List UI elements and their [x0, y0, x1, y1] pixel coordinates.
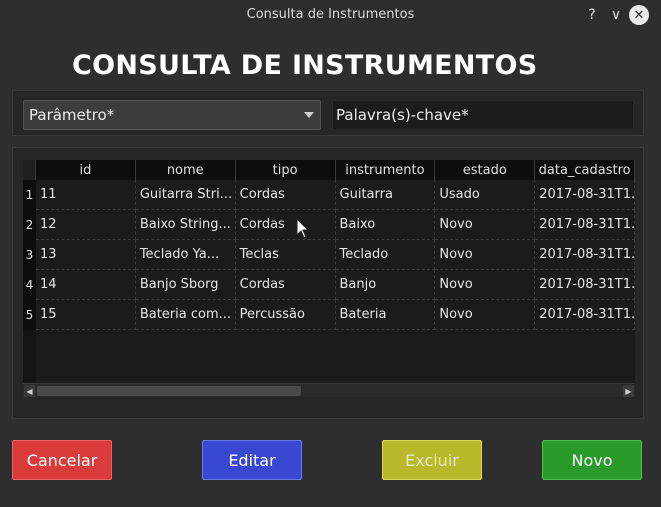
title-bar: Consulta de Instrumentos ? ∨ ✕ [0, 0, 661, 30]
cell-instrumento[interactable]: Guitarra [335, 180, 436, 210]
scrollbar-thumb[interactable] [37, 386, 301, 396]
cell-id[interactable]: 15 [35, 300, 136, 330]
page-title: CONSULTA DE INSTRUMENTOS [72, 50, 538, 81]
cell-tipo[interactable]: Percussão [235, 300, 336, 330]
cell-id[interactable]: 12 [35, 210, 136, 240]
row-number[interactable]: 4 [23, 270, 36, 300]
cell-instrumento[interactable]: Baixo [335, 210, 436, 240]
window-title: Consulta de Instrumentos [246, 7, 415, 22]
cell-id[interactable]: 11 [35, 180, 136, 210]
minimize-button[interactable]: ∨ [606, 5, 626, 25]
cell-estado[interactable]: Novo [435, 300, 536, 330]
parameter-select-value: Parâmetro* [29, 106, 115, 124]
new-button[interactable]: Novo [542, 440, 642, 480]
keyword-input-value: Palavra(s)-chave* [336, 106, 469, 124]
cell-data-cadastro[interactable]: 2017-08-31T1... [535, 270, 635, 300]
scroll-left-arrow-icon[interactable]: ◀ [24, 385, 35, 397]
edit-button[interactable]: Editar [202, 440, 302, 480]
cell-tipo[interactable]: Cordas [235, 210, 336, 240]
cell-tipo[interactable]: Cordas [235, 270, 336, 300]
cell-estado[interactable]: Novo [435, 240, 536, 270]
main-window: CONSULTA DE INSTRUMENTOS Parâmetro* Pala… [0, 30, 661, 507]
cell-data-cadastro[interactable]: 2017-08-31T1... [535, 300, 635, 330]
cell-id[interactable]: 13 [35, 240, 136, 270]
row-number[interactable]: 2 [23, 210, 36, 240]
row-number[interactable]: 5 [23, 300, 36, 330]
table-row[interactable]: 1 11 Guitarra Stri... Cordas Guitarra Us… [23, 180, 635, 210]
cell-instrumento[interactable]: Bateria [335, 300, 436, 330]
cell-data-cadastro[interactable]: 2017-08-31T1... [535, 240, 635, 270]
column-header-instrumento[interactable]: instrumento [336, 160, 436, 180]
row-number[interactable]: 3 [23, 240, 36, 270]
column-header-data-cadastro[interactable]: data_cadastro [535, 160, 635, 180]
horizontal-scrollbar[interactable]: ◀ ▶ [23, 383, 635, 397]
help-button[interactable]: ? [582, 5, 602, 25]
keyword-input[interactable]: Palavra(s)-chave* [332, 100, 634, 130]
cell-nome[interactable]: Baixo String... [135, 210, 236, 240]
table-corner[interactable] [23, 160, 36, 180]
cancel-button[interactable]: Cancelar [12, 440, 112, 480]
parameter-select[interactable]: Parâmetro* [23, 100, 321, 130]
table-row[interactable]: 5 15 Bateria com... Percussão Bateria No… [23, 300, 635, 330]
table-row[interactable]: 3 13 Teclado Ya... Teclas Teclado Novo 2… [23, 240, 635, 270]
row-number[interactable]: 1 [23, 180, 36, 210]
cell-data-cadastro[interactable]: 2017-08-31T1... [535, 210, 635, 240]
cell-instrumento[interactable]: Teclado [335, 240, 436, 270]
cell-nome[interactable]: Teclado Ya... [135, 240, 236, 270]
table-header: id nome tipo instrumento estado data_cad… [23, 160, 635, 180]
cell-nome[interactable]: Banjo Sborg [135, 270, 236, 300]
cell-estado[interactable]: Novo [435, 210, 536, 240]
row-header-filler [23, 330, 36, 383]
column-header-estado[interactable]: estado [435, 160, 536, 180]
table-panel: id nome tipo instrumento estado data_cad… [12, 147, 644, 419]
cell-nome[interactable]: Guitarra Stri... [135, 180, 236, 210]
instruments-table[interactable]: id nome tipo instrumento estado data_cad… [23, 160, 635, 397]
cell-tipo[interactable]: Teclas [235, 240, 336, 270]
cell-estado[interactable]: Usado [435, 180, 536, 210]
cell-instrumento[interactable]: Banjo [335, 270, 436, 300]
chevron-down-icon [304, 112, 314, 118]
table-row[interactable]: 2 12 Baixo String... Cordas Baixo Novo 2… [23, 210, 635, 240]
cell-nome[interactable]: Bateria com... [135, 300, 236, 330]
cell-tipo[interactable]: Cordas [235, 180, 336, 210]
column-header-id[interactable]: id [36, 160, 136, 180]
cell-id[interactable]: 14 [35, 270, 136, 300]
filter-panel: Parâmetro* Palavra(s)-chave* [12, 90, 644, 136]
mouse-cursor-icon [296, 218, 310, 239]
table-row[interactable]: 4 14 Banjo Sborg Cordas Banjo Novo 2017-… [23, 270, 635, 300]
column-header-nome[interactable]: nome [136, 160, 236, 180]
cell-data-cadastro[interactable]: 2017-08-31T1... [535, 180, 635, 210]
close-button[interactable]: ✕ [629, 5, 649, 25]
scroll-right-arrow-icon[interactable]: ▶ [623, 385, 634, 397]
column-header-tipo[interactable]: tipo [236, 160, 336, 180]
delete-button[interactable]: Excluir [382, 440, 482, 480]
cell-estado[interactable]: Novo [435, 270, 536, 300]
